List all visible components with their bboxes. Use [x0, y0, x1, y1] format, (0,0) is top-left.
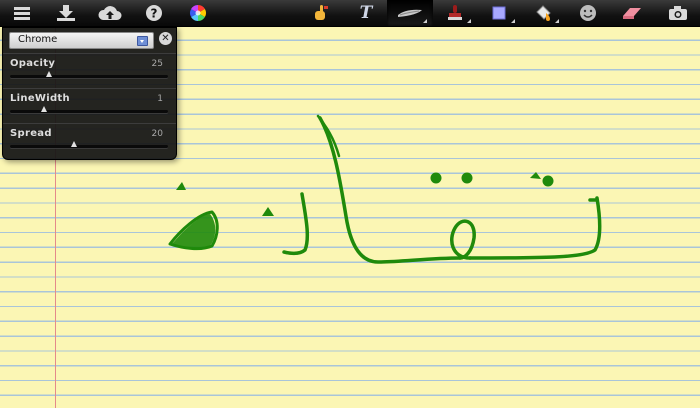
close-icon: ✕ [161, 33, 170, 44]
stamp-tool-icon [448, 5, 462, 20]
linewidth-value: 1 [157, 94, 163, 104]
shape-tool-icon [492, 6, 506, 20]
cloud-upload-icon [98, 6, 122, 20]
camera-icon [669, 6, 687, 20]
opacity-label: Opacity [10, 58, 56, 69]
spread-value: 20 [151, 129, 163, 139]
shape-tool-button[interactable] [477, 0, 521, 26]
brush-settings-panel: Chrome ✕ Opacity 25 LineWidth 1 Spread 2… [2, 27, 177, 160]
linewidth-slider-thumb[interactable] [41, 106, 48, 112]
pointer-hand-icon [315, 5, 328, 20]
spread-label: Spread [10, 128, 52, 139]
color-picker-button[interactable] [176, 0, 220, 26]
opacity-value: 25 [151, 59, 163, 69]
brush-tool-icon [398, 9, 422, 17]
download-icon [57, 5, 75, 21]
linewidth-slider-track[interactable] [10, 110, 168, 113]
brush-preset-value: Chrome [18, 34, 58, 45]
stamp-tool-button[interactable] [433, 0, 477, 26]
spread-slider-thumb[interactable] [71, 141, 78, 147]
pointer-tool-button[interactable] [298, 0, 342, 26]
cloud-upload-button[interactable] [88, 0, 132, 26]
text-tool-icon: T [359, 3, 373, 23]
fill-options-indicator [555, 19, 559, 23]
brush-tool-button[interactable] [387, 0, 433, 26]
brush-options-indicator [423, 19, 427, 23]
toolbar: ? T [0, 0, 700, 27]
text-tool-button[interactable]: T [344, 0, 388, 26]
eraser-icon [623, 8, 641, 19]
camera-button[interactable] [656, 0, 700, 26]
color-wheel-icon [190, 5, 206, 21]
fill-tool-button[interactable] [521, 0, 565, 26]
emoji-icon [580, 5, 596, 21]
menu-icon [14, 7, 30, 20]
opacity-slider-track[interactable] [10, 75, 168, 78]
eraser-tool-button[interactable] [610, 0, 654, 26]
help-button[interactable]: ? [132, 0, 176, 26]
chevron-down-icon [137, 36, 148, 46]
opacity-setting: Opacity 25 [3, 53, 176, 88]
spread-setting: Spread 20 [3, 123, 176, 158]
fill-bucket-icon [536, 5, 551, 21]
stamp-options-indicator [467, 19, 471, 23]
brush-preset-select[interactable]: Chrome [9, 32, 154, 49]
linewidth-label: LineWidth [10, 93, 70, 104]
svg-text:?: ? [151, 7, 158, 21]
linewidth-setting: LineWidth 1 [3, 88, 176, 123]
close-panel-button[interactable]: ✕ [159, 32, 172, 45]
emoji-tool-button[interactable] [566, 0, 610, 26]
help-icon: ? [146, 5, 162, 21]
download-button[interactable] [44, 0, 88, 26]
opacity-slider-thumb[interactable] [46, 71, 52, 77]
shape-options-indicator [511, 19, 515, 23]
menu-button[interactable] [0, 0, 44, 26]
spread-slider-track[interactable] [10, 145, 168, 148]
